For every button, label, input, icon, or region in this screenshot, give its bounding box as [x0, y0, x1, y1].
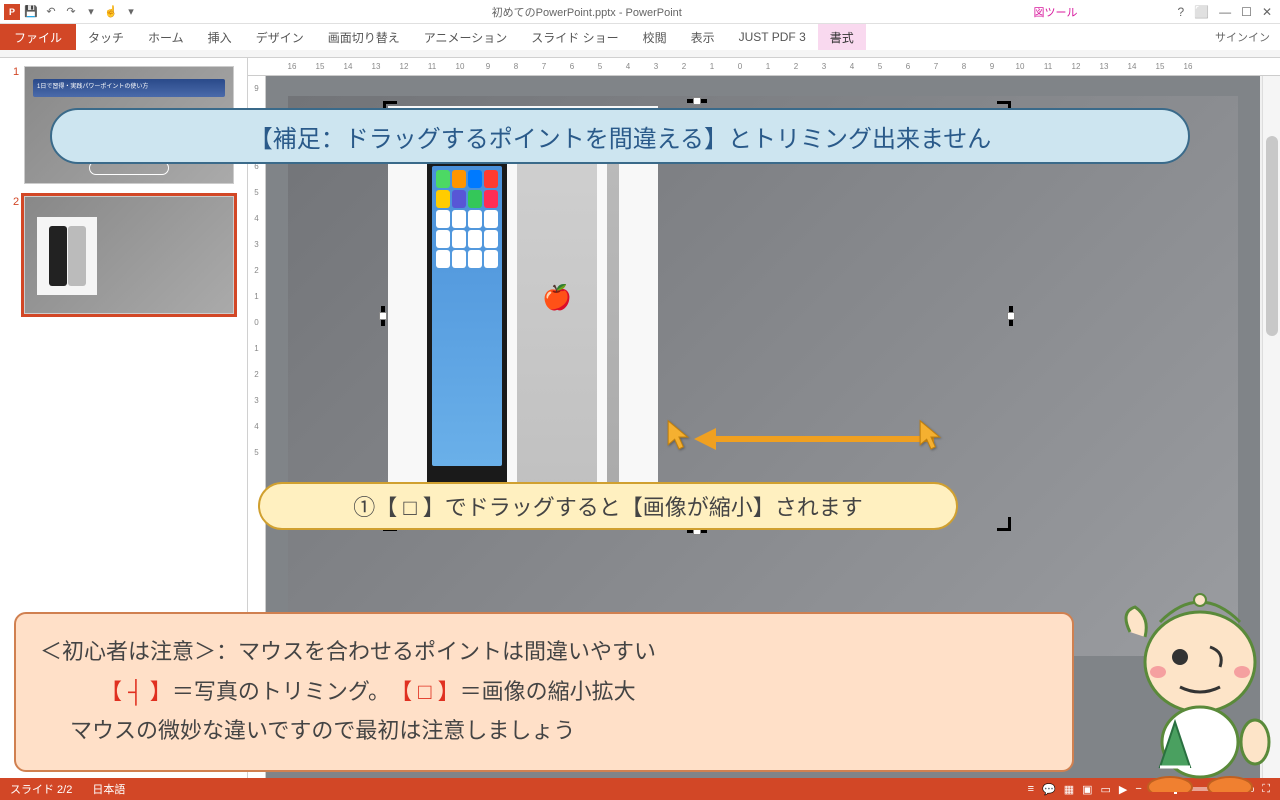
thumb-number: 2 — [8, 196, 24, 314]
maximize-icon[interactable]: ☐ — [1241, 5, 1252, 19]
tab-touch[interactable]: タッチ — [76, 24, 136, 50]
ruler-horizontal[interactable]: 1615141312111098765432101234567891011121… — [248, 58, 1280, 76]
arrow-annotation — [694, 432, 934, 444]
tab-design[interactable]: デザイン — [244, 24, 316, 50]
tab-view[interactable]: 表示 — [679, 24, 727, 50]
tab-home[interactable]: ホーム — [136, 24, 196, 50]
resize-handle-right[interactable] — [1007, 312, 1015, 320]
context-tool-label: 図ツール — [1034, 4, 1078, 20]
save-icon[interactable]: 💾 — [22, 3, 40, 21]
thumb1-banner: 1日で習得・実践パワーポイントの使い方 — [33, 79, 225, 97]
thumb-number: 1 — [8, 66, 24, 184]
notes-button[interactable]: ≡ — [1028, 783, 1034, 795]
undo-icon[interactable]: ↶ — [42, 3, 60, 21]
comments-button[interactable]: 💬 — [1042, 783, 1056, 796]
tab-animations[interactable]: アニメーション — [412, 24, 520, 50]
window-title: 初めてのPowerPoint.pptx - PowerPoint — [140, 4, 1034, 20]
touch-mode-icon[interactable]: ☝ — [102, 3, 120, 21]
app-icon: P — [4, 4, 20, 20]
help-icon[interactable]: ? — [1178, 5, 1185, 19]
tab-review[interactable]: 校閲 — [631, 24, 679, 50]
tab-file[interactable]: ファイル — [0, 24, 76, 50]
ribbon-body-collapsed — [0, 50, 1280, 58]
qa-dropdown-icon[interactable]: ▾ — [122, 3, 140, 21]
tab-format[interactable]: 書式 — [818, 24, 866, 50]
orange-line1: ＜初心者は注意＞：マウスを合わせるポイントは間違いやすい — [40, 632, 1048, 672]
cursor-icon-left — [666, 418, 692, 454]
tab-transitions[interactable]: 画面切り替え — [316, 24, 412, 50]
qa-more-icon[interactable]: ▾ — [82, 3, 100, 21]
resize-handle-top[interactable] — [693, 97, 701, 105]
title-bar: P 💾 ↶ ↷ ▾ ☝ ▾ 初めてのPowerPoint.pptx - Powe… — [0, 0, 1280, 24]
orange-resize-symbol: 【 □ 】 — [401, 679, 460, 704]
tab-insert[interactable]: 挿入 — [196, 24, 244, 50]
resize-handle-left[interactable] — [379, 312, 387, 320]
orange-trim-symbol: 【 ┤ 】 — [100, 679, 172, 704]
crop-handle-br[interactable] — [997, 517, 1011, 531]
cursor-icon-right — [918, 418, 944, 454]
mascot-character — [1060, 592, 1280, 792]
thumb2-image — [37, 217, 97, 295]
crop-frame[interactable] — [383, 101, 1011, 531]
callout-blue: 【補足：ドラッグするポイントを間違える】とトリミング出来ません — [50, 108, 1190, 164]
callout-orange-box: ＜初心者は注意＞：マウスを合わせるポイントは間違いやすい 【 ┤ 】＝写真のトリ… — [14, 612, 1074, 772]
close-icon[interactable]: ✕ — [1262, 5, 1272, 19]
ribbon-options-icon[interactable]: ⬜ — [1194, 5, 1209, 19]
callout-yellow: ①【 □ 】でドラッグすると【画像が縮小】されます — [258, 482, 958, 530]
slide-canvas[interactable]: 🍎 — [288, 96, 1238, 656]
status-lang: 日本語 — [92, 781, 125, 797]
tab-slideshow[interactable]: スライド ショー — [519, 24, 630, 50]
thumbnail-2[interactable]: 2 — [8, 196, 239, 314]
status-slide: スライド 2/2 — [10, 781, 72, 797]
orange-line3: マウスの微妙な違いですので最初は注意しましょう — [40, 711, 1048, 751]
redo-icon[interactable]: ↷ — [62, 3, 80, 21]
tab-justpdf[interactable]: JUST PDF 3 — [727, 24, 818, 50]
signin-link[interactable]: サインイン — [1215, 29, 1280, 45]
ribbon-tabs: ファイル タッチ ホーム 挿入 デザイン 画面切り替え アニメーション スライド… — [0, 24, 1280, 50]
minimize-icon[interactable]: — — [1219, 5, 1231, 19]
